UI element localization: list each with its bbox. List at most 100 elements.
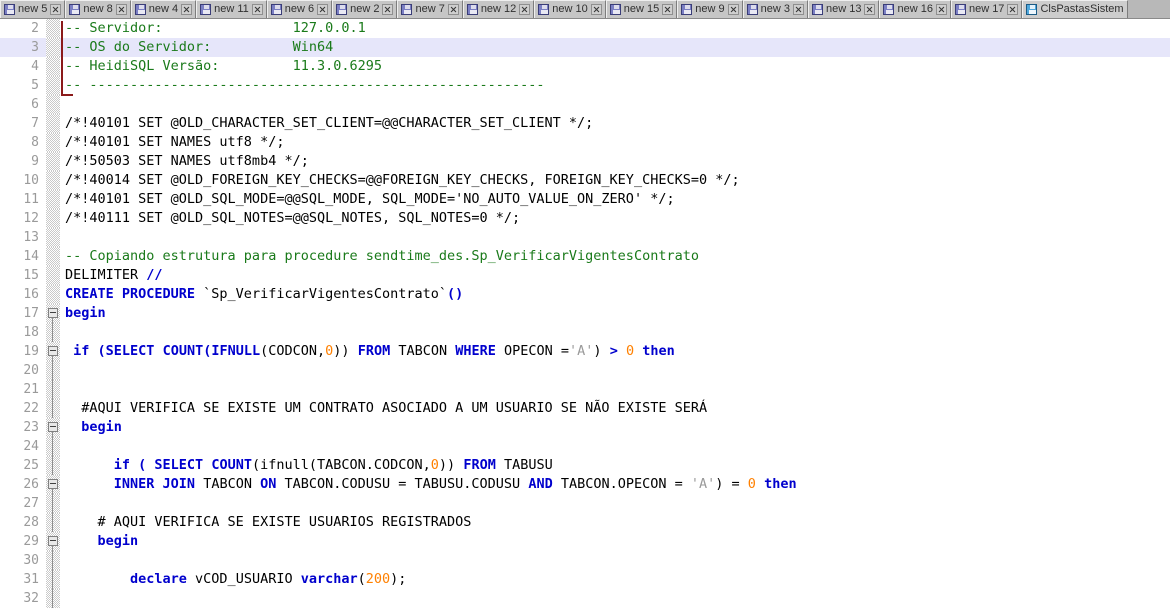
code-line[interactable]: 6 <box>0 95 1170 114</box>
code-line[interactable]: 27 <box>0 494 1170 513</box>
code-line[interactable]: 29 begin <box>0 532 1170 551</box>
fold-margin[interactable] <box>46 38 60 57</box>
fold-margin[interactable] <box>46 114 60 133</box>
code-text[interactable]: -- Servidor: 127.0.0.1 <box>60 19 1170 38</box>
code-text[interactable] <box>60 95 1170 114</box>
code-text[interactable]: /*!40111 SET @OLD_SQL_NOTES=@@SQL_NOTES,… <box>60 209 1170 228</box>
close-icon[interactable] <box>447 4 459 15</box>
code-text[interactable]: # AQUI VERIFICA SE EXISTE USUARIOS REGIS… <box>60 513 1170 532</box>
code-line[interactable]: 8 /*!40101 SET NAMES utf8 */; <box>0 133 1170 152</box>
editor-tab-bar[interactable]: new 5 new 8 new 4 new 11 new 6 new 2 new 7 new … <box>0 0 1170 19</box>
code-text[interactable]: begin <box>60 418 1170 437</box>
fold-margin[interactable] <box>46 57 60 76</box>
close-icon[interactable] <box>792 4 804 15</box>
close-icon[interactable] <box>50 4 62 15</box>
sql-code-editor[interactable]: 2 -- Servidor: 127.0.0.1 3 -- OS do Servido… <box>0 19 1170 614</box>
fold-margin[interactable] <box>46 266 60 285</box>
fold-margin[interactable] <box>46 209 60 228</box>
code-text[interactable]: begin <box>60 532 1170 551</box>
code-text[interactable]: if ( SELECT COUNT(ifnull(TABCON.CODCON,0… <box>60 456 1170 475</box>
fold-collapse-icon[interactable] <box>48 479 58 489</box>
code-line[interactable]: 17 begin <box>0 304 1170 323</box>
fold-margin[interactable] <box>46 551 60 570</box>
fold-margin[interactable] <box>46 513 60 532</box>
code-line[interactable]: 13 <box>0 228 1170 247</box>
code-line[interactable]: 3 -- OS do Servidor: Win64 <box>0 38 1170 57</box>
close-icon[interactable] <box>181 4 193 15</box>
code-text[interactable]: #AQUI VERIFICA SE EXISTE UM CONTRATO ASO… <box>60 399 1170 418</box>
code-text[interactable]: -- Copiando estrutura para procedure sen… <box>60 247 1170 266</box>
close-icon[interactable] <box>317 4 329 15</box>
code-line[interactable]: 30 <box>0 551 1170 570</box>
code-line[interactable]: 25 if ( SELECT COUNT(ifnull(TABCON.CODCO… <box>0 456 1170 475</box>
code-text[interactable] <box>60 228 1170 247</box>
code-line[interactable]: 15 DELIMITER // <box>0 266 1170 285</box>
fold-margin[interactable] <box>46 247 60 266</box>
code-line[interactable]: 5 -- ------------------------------------… <box>0 76 1170 95</box>
fold-margin[interactable] <box>46 323 60 342</box>
fold-margin[interactable] <box>46 19 60 38</box>
editor-tab-new-4[interactable]: new 4 <box>130 0 197 18</box>
editor-tab-new-8[interactable]: new 8 <box>65 0 131 18</box>
code-text[interactable] <box>60 494 1170 513</box>
fold-margin[interactable] <box>46 361 60 380</box>
fold-margin[interactable] <box>46 304 60 323</box>
editor-tab-new-7[interactable]: new 7 <box>397 0 463 18</box>
code-text[interactable] <box>60 361 1170 380</box>
code-text[interactable]: begin <box>60 304 1170 323</box>
code-line[interactable]: 9 /*!50503 SET NAMES utf8mb4 */; <box>0 152 1170 171</box>
code-line[interactable]: 21 <box>0 380 1170 399</box>
code-text[interactable]: INNER JOIN TABCON ON TABCON.CODUSU = TAB… <box>60 475 1170 494</box>
code-text[interactable] <box>60 380 1170 399</box>
code-line[interactable]: 24 <box>0 437 1170 456</box>
editor-tab-new-2[interactable]: new 2 <box>332 0 398 18</box>
code-line[interactable]: 10 /*!40014 SET @OLD_FOREIGN_KEY_CHECKS=@… <box>0 171 1170 190</box>
fold-collapse-icon[interactable] <box>48 422 58 432</box>
code-line[interactable]: 32 <box>0 589 1170 608</box>
fold-collapse-icon[interactable] <box>48 536 58 546</box>
close-icon[interactable] <box>519 4 531 15</box>
editor-tab-new-13[interactable]: new 13 <box>807 0 880 18</box>
code-text[interactable] <box>60 437 1170 456</box>
code-line[interactable]: 18 <box>0 323 1170 342</box>
fold-margin[interactable] <box>46 285 60 304</box>
code-text[interactable]: -- OS do Servidor: Win64 <box>60 38 1170 57</box>
editor-tab-new-5[interactable]: new 5 <box>0 0 66 18</box>
fold-margin[interactable] <box>46 171 60 190</box>
code-text[interactable]: /*!50503 SET NAMES utf8mb4 */; <box>60 152 1170 171</box>
editor-tab-new-6[interactable]: new 6 <box>266 0 333 18</box>
fold-margin[interactable] <box>46 589 60 608</box>
code-line[interactable]: 12 /*!40111 SET @OLD_SQL_NOTES=@@SQL_NOTE… <box>0 209 1170 228</box>
fold-collapse-icon[interactable] <box>48 308 58 318</box>
close-icon[interactable] <box>662 4 674 15</box>
fold-margin[interactable] <box>46 475 60 494</box>
editor-tab-new-11[interactable]: new 11 <box>196 0 267 18</box>
code-line[interactable]: 31 declare vCOD_USUARIO varchar(200); <box>0 570 1170 589</box>
editor-tab-new-3[interactable]: new 3 <box>742 0 808 18</box>
fold-margin[interactable] <box>46 456 60 475</box>
code-text[interactable] <box>60 323 1170 342</box>
fold-margin[interactable] <box>46 418 60 437</box>
code-text[interactable]: -- -------------------------------------… <box>60 76 1170 95</box>
code-line[interactable]: 19 if (SELECT COUNT(IFNULL(CODCON,0)) FR… <box>0 342 1170 361</box>
fold-collapse-icon[interactable] <box>48 346 58 356</box>
close-icon[interactable] <box>1007 4 1019 15</box>
code-line[interactable]: 7 /*!40101 SET @OLD_CHARACTER_SET_CLIENT=… <box>0 114 1170 133</box>
editor-tab-new-16[interactable]: new 16 <box>879 0 951 18</box>
code-text[interactable]: /*!40101 SET @OLD_SQL_MODE=@@SQL_MODE, S… <box>60 190 1170 209</box>
code-line[interactable]: 14 -- Copiando estrutura para procedure s… <box>0 247 1170 266</box>
code-line[interactable]: 2 -- Servidor: 127.0.0.1 <box>0 19 1170 38</box>
close-icon[interactable] <box>251 4 263 15</box>
code-line[interactable]: 20 <box>0 361 1170 380</box>
fold-margin[interactable] <box>46 494 60 513</box>
code-text[interactable]: /*!40101 SET NAMES utf8 */; <box>60 133 1170 152</box>
editor-tab-new-15[interactable]: new 15 <box>605 0 678 18</box>
code-line[interactable]: 22 #AQUI VERIFICA SE EXISTE UM CONTRATO … <box>0 399 1170 418</box>
editor-tab-new-10[interactable]: new 10 <box>534 0 606 18</box>
fold-margin[interactable] <box>46 133 60 152</box>
fold-margin[interactable] <box>46 342 60 361</box>
fold-margin[interactable] <box>46 190 60 209</box>
editor-tab-new-9[interactable]: new 9 <box>677 0 743 18</box>
close-icon[interactable] <box>590 4 602 15</box>
close-icon[interactable] <box>935 4 947 15</box>
